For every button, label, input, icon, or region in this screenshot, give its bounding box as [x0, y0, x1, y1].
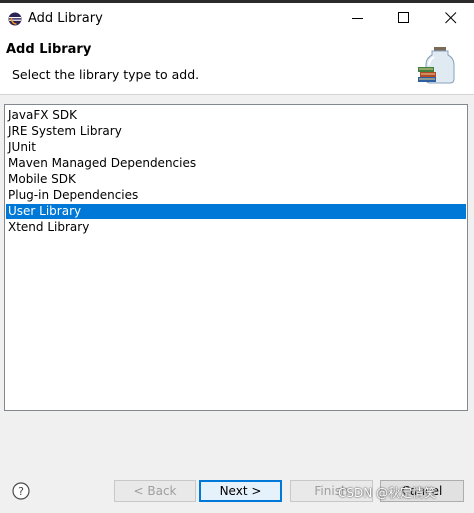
- list-item-user-library[interactable]: User Library: [6, 204, 466, 219]
- minimize-button[interactable]: [335, 3, 381, 33]
- minimize-icon: [352, 18, 363, 19]
- maximize-icon: [398, 12, 409, 23]
- list-item-maven-managed-dependencies[interactable]: Maven Managed Dependencies: [6, 156, 466, 171]
- list-item-mobile-sdk[interactable]: Mobile SDK: [6, 172, 466, 187]
- list-item-javafx-sdk[interactable]: JavaFX SDK: [6, 108, 466, 123]
- list-item-jre-system-library[interactable]: JRE System Library: [6, 124, 466, 139]
- page-description: Select the library type to add.: [12, 67, 200, 82]
- list-item-plugin-dependencies[interactable]: Plug-in Dependencies: [6, 188, 466, 203]
- title-bar[interactable]: Add Library: [0, 3, 474, 35]
- list-item-xtend-library[interactable]: Xtend Library: [6, 220, 466, 235]
- svg-text:?: ?: [18, 485, 24, 498]
- help-icon[interactable]: ?: [12, 482, 30, 500]
- wizard-header: Add Library Select the library type to a…: [0, 35, 474, 90]
- eclipse-app-icon: [8, 12, 22, 26]
- library-jar-icon: [414, 41, 460, 85]
- next-button[interactable]: Next >: [199, 480, 282, 502]
- page-title: Add Library: [6, 42, 92, 57]
- back-button[interactable]: < Back: [114, 480, 196, 502]
- list-item-junit[interactable]: JUnit: [6, 140, 466, 155]
- close-button[interactable]: [428, 3, 474, 33]
- library-type-list[interactable]: JavaFX SDK JRE System Library JUnit Mave…: [4, 104, 468, 411]
- close-icon: [445, 12, 457, 24]
- maximize-button[interactable]: [381, 3, 427, 33]
- window-title: Add Library: [28, 11, 103, 26]
- csdn-watermark: CSDN @秋定情笑: [338, 486, 437, 500]
